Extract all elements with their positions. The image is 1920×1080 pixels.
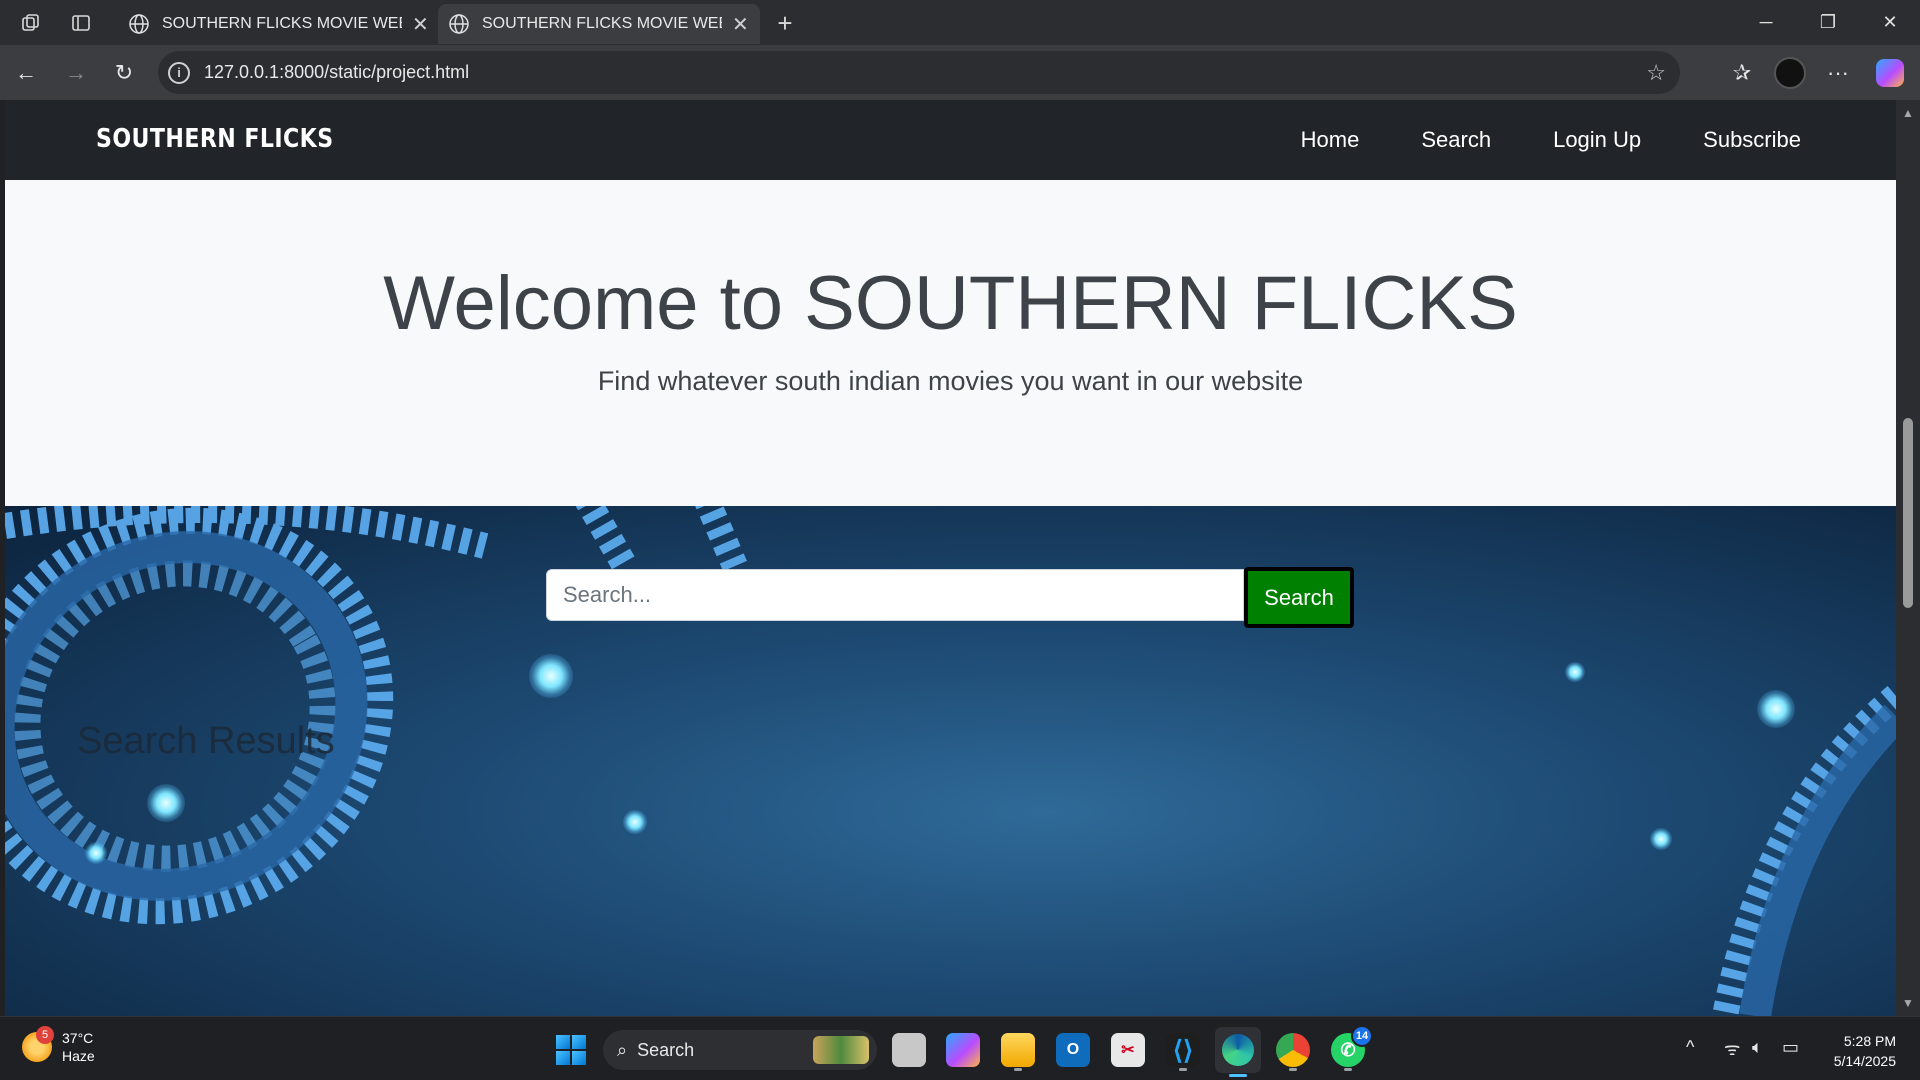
browser-tab-bar: SOUTHERN FLICKS MOVIE WEBSI ✕ SOUTHERN F… [0,0,1920,45]
glow-orb [1757,690,1795,728]
back-button[interactable]: ← [10,57,42,89]
page-viewport: SOUTHERN FLICKS Home Search Login Up Sub… [5,100,1896,1016]
search-section: Search Search Results [5,506,1896,1016]
scrollbar-thumb[interactable] [1903,418,1913,608]
globe-icon [449,14,469,34]
vs-code-icon[interactable]: ⟨⟩ [1166,1033,1200,1071]
task-view-icon[interactable] [892,1033,926,1067]
refresh-button[interactable]: ↻ [108,57,140,89]
system-clock[interactable]: 5:28 PM 5/14/2025 [1834,1031,1896,1071]
tab-southern-flicks-2[interactable]: SOUTHERN FLICKS MOVIE WEBSI ✕ [438,4,760,44]
glow-orb [85,842,107,864]
hero-section: Welcome to SOUTHERN FLICKS Find whatever… [5,180,1896,506]
volume-icon[interactable]: 🔈︎ [1752,1037,1763,1058]
favorites-icon[interactable]: ✰ [1726,57,1758,89]
glow-orb [1565,662,1585,682]
file-explorer-icon[interactable] [1001,1033,1035,1071]
glow-orb [529,654,573,698]
site-navbar: SOUTHERN FLICKS Home Search Login Up Sub… [5,100,1896,180]
more-menu-icon[interactable]: ··· [1822,57,1854,89]
tab-title: SOUTHERN FLICKS MOVIE WEBSI [482,15,722,32]
nav-home-link[interactable]: Home [1301,127,1360,153]
nav-login-link[interactable]: Login Up [1553,127,1641,153]
chrome-icon[interactable] [1276,1033,1310,1071]
movie-search-input[interactable] [546,569,1244,621]
whatsapp-badge: 14 [1351,1025,1373,1047]
clock-time: 5:28 PM [1843,1033,1896,1049]
wifi-icon[interactable]: ᯤ [1724,1037,1740,1061]
outlook-icon[interactable]: O [1056,1033,1090,1067]
weather-widget[interactable]: 5 37°C Haze [22,1026,95,1065]
url-field[interactable]: i 127.0.0.1:8000/static/project.html ☆ [158,51,1680,94]
edge-icon[interactable] [1215,1027,1261,1077]
site-info-icon[interactable]: i [168,61,190,84]
glow-orb [147,784,185,822]
search-results-heading: Search Results [77,720,335,762]
workspaces-icon[interactable] [16,8,46,38]
scroll-up-arrow-icon[interactable]: ▲ [1902,106,1914,120]
new-tab-button[interactable]: + [770,8,800,38]
site-nav-links: Home Search Login Up Subscribe [1239,100,1801,180]
start-button[interactable] [556,1035,586,1065]
close-window-button[interactable]: ✕ [1860,0,1920,45]
nav-search-link[interactable]: Search [1421,127,1491,153]
page-scrollbar[interactable]: ▲ ▼ [1896,100,1920,1016]
favorite-star-icon[interactable]: ☆ [1646,60,1666,86]
globe-icon [129,14,149,34]
windows-taskbar: 5 37°C Haze ⌕ Search O ✂ ⟨⟩ ✆ 14 ^ ᯤ 🔈︎ … [0,1016,1920,1080]
show-hidden-icons-chevron-icon[interactable]: ^ [1686,1037,1694,1058]
minimize-button[interactable]: ─ [1736,0,1796,45]
close-tab-icon[interactable]: ✕ [412,12,429,37]
weather-condition: Haze [62,1048,95,1064]
nav-subscribe-link[interactable]: Subscribe [1703,127,1801,153]
url-text: 127.0.0.1:8000/static/project.html [204,62,470,82]
site-brand[interactable]: SOUTHERN FLICKS [96,124,334,154]
copilot-icon[interactable] [1876,59,1904,87]
hero-title: Welcome to SOUTHERN FLICKS [383,261,1518,346]
glow-orb [623,810,647,834]
tab-southern-flicks-1[interactable]: SOUTHERN FLICKS MOVIE WEBSI ✕ [118,4,432,44]
weather-temp: 37°C [62,1030,94,1046]
search-highlight-image [813,1036,869,1064]
copilot-app-icon[interactable] [946,1033,980,1067]
hero-subtitle: Find whatever south indian movies you wa… [597,366,1304,396]
vertical-tabs-icon[interactable] [66,8,96,38]
battery-icon[interactable]: ▭ [1782,1037,1799,1058]
scroll-down-arrow-icon[interactable]: ▼ [1902,996,1914,1010]
weather-sun-icon: 5 [22,1026,54,1062]
search-button[interactable]: Search [1244,567,1354,628]
search-form: Search [546,567,1354,628]
clock-date: 5/14/2025 [1833,1053,1896,1069]
glow-orb [1650,828,1672,850]
tab-title: SOUTHERN FLICKS MOVIE WEBSI [162,15,402,32]
weather-badge: 5 [36,1026,54,1044]
taskbar-search-label: Search [637,1039,695,1060]
restore-button[interactable]: ❐ [1798,0,1858,45]
whatsapp-icon[interactable]: ✆ 14 [1331,1025,1373,1071]
search-icon: ⌕ [617,1039,628,1060]
forward-button[interactable]: → [60,57,92,89]
profile-avatar[interactable] [1774,57,1806,89]
address-bar-row: ← → ↻ i 127.0.0.1:8000/static/project.ht… [0,45,1920,100]
close-tab-icon[interactable]: ✕ [732,12,749,37]
snipping-tool-icon[interactable]: ✂ [1111,1033,1145,1067]
taskbar-search-box[interactable]: ⌕ Search [603,1030,877,1070]
